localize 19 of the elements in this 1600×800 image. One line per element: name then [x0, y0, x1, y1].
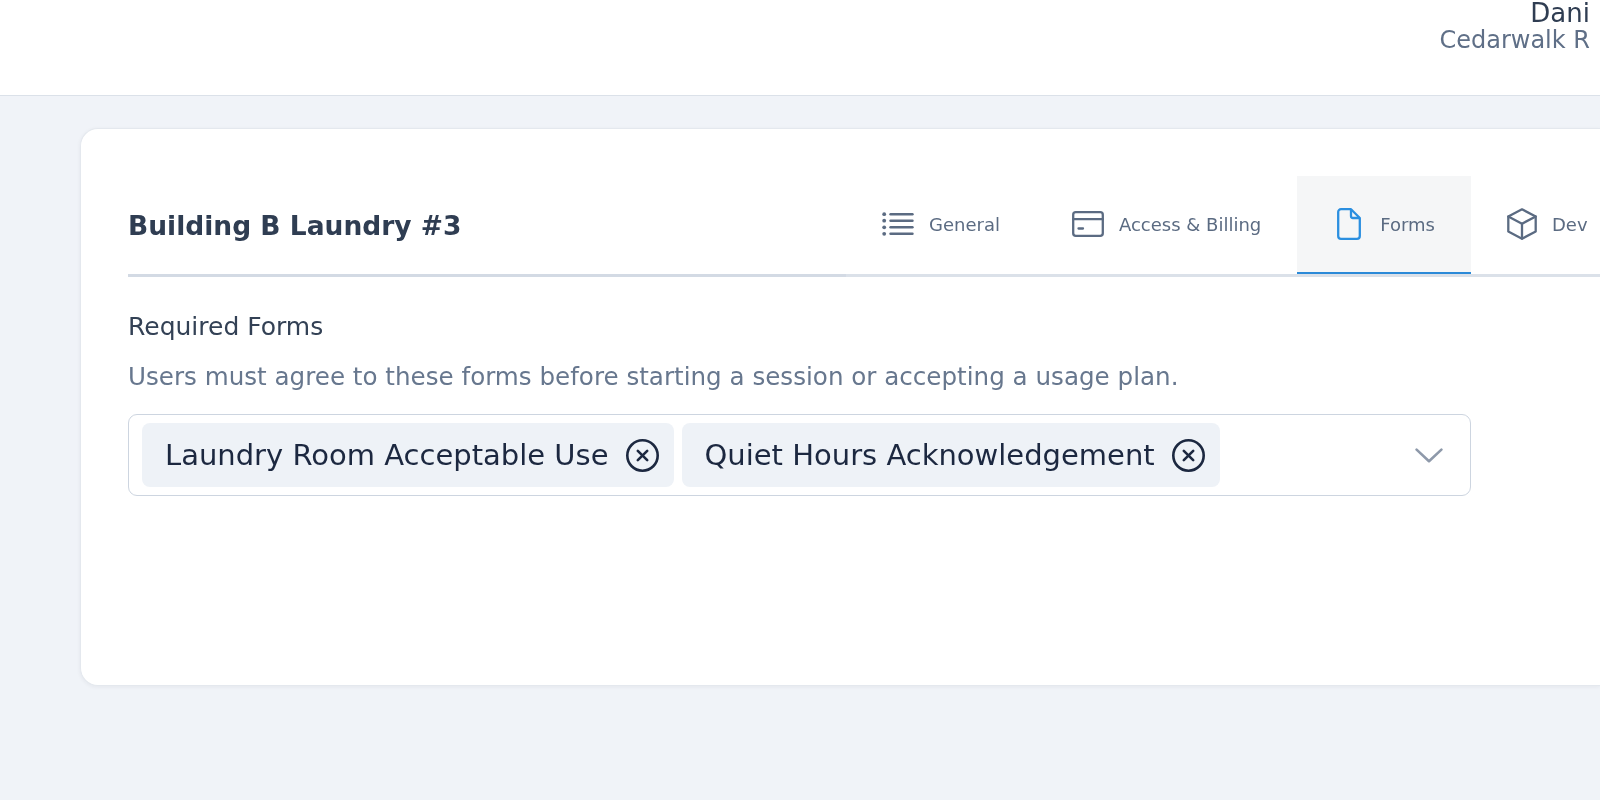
field-label: Required Forms [128, 311, 325, 343]
tab[interactable]: Forms [1297, 176, 1471, 274]
organization-name: Cedarwalk R [1439, 26, 1590, 54]
x-circle-icon[interactable] [1171, 438, 1205, 472]
document-icon [1337, 208, 1362, 240]
forms-select-field[interactable]: Laundry Room Acceptable Use Quiet Hours Acknowledgement [128, 414, 1471, 496]
list-icon [882, 212, 914, 236]
x-circle-icon[interactable] [625, 438, 659, 472]
tab[interactable]: General [846, 176, 1036, 274]
tab[interactable]: Access & Billing [1035, 176, 1298, 274]
machine-title: Building B Laundry #3 [128, 209, 462, 241]
cube-icon [1506, 208, 1537, 240]
user-name: Dani [1530, 0, 1590, 26]
chevron-down-icon[interactable] [1415, 447, 1443, 463]
field-description: Users must agree to these forms before starting a session or accepting a usage plan. [128, 362, 1180, 392]
credit-card-icon [1071, 211, 1104, 237]
tag-label: Quiet Hours Acknowledgement [704, 438, 1155, 472]
tag-label: Laundry Room Acceptable Use [165, 438, 609, 472]
tab[interactable]: Dev [1470, 176, 1588, 274]
